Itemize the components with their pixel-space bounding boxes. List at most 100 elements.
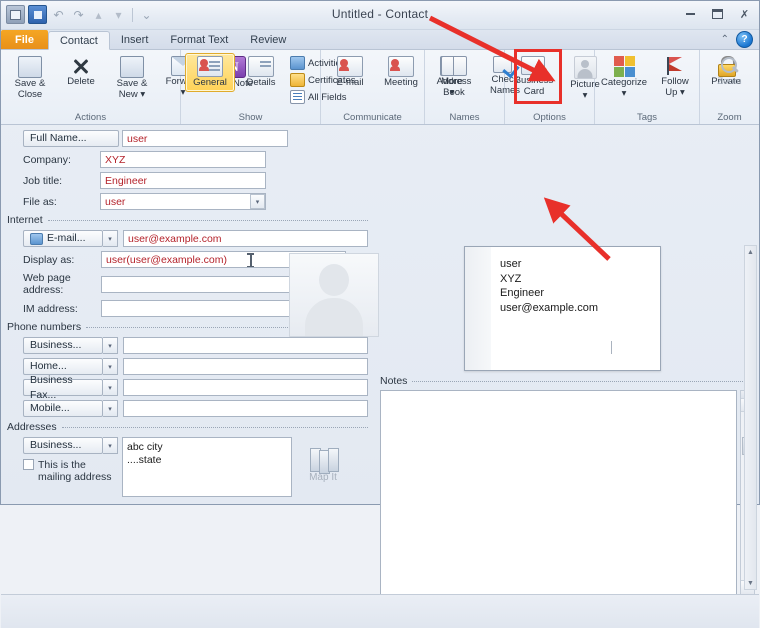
save-and-new-icon <box>120 56 144 78</box>
all-fields-icon <box>290 90 305 104</box>
job-title-label: Job title: <box>23 174 63 187</box>
business-card-line-4: user@example.com <box>500 301 598 314</box>
address-line-2: ....state <box>127 454 162 466</box>
phone-mobile-button[interactable]: Mobile... <box>23 400 103 417</box>
full-name-button[interactable]: Full Name... <box>23 130 119 147</box>
follow-up-button[interactable]: Follow Up ▾ <box>650 53 700 101</box>
email-input[interactable]: user@example.com <box>123 230 368 247</box>
phone-home-dropdown-icon[interactable]: ▾ <box>103 358 118 375</box>
zoom-button[interactable]: Zoom <box>705 53 755 91</box>
contact-form-pane: Full Name... user Company: XYZ Job title… <box>1 125 379 497</box>
help-icon[interactable]: ? <box>736 31 753 48</box>
phone-business-fax-button-cell: Business Fax... ▾ <box>23 374 119 401</box>
text-cursor-icon <box>247 253 254 267</box>
internet-section-label: Internet <box>7 214 43 226</box>
email-icon <box>337 56 363 77</box>
phone-business-button-cell: Business... ▾ <box>23 337 119 354</box>
phone-mobile-dropdown-icon[interactable]: ▾ <box>103 400 118 417</box>
phone-business-input[interactable] <box>123 337 368 354</box>
business-card-line-1: user <box>500 258 522 270</box>
follow-up-icon <box>664 56 686 76</box>
notes-section-header: Notes <box>380 375 753 387</box>
mailing-address-label: This is the mailing address <box>38 459 112 483</box>
phone-business-button[interactable]: Business... <box>23 337 103 354</box>
phone-mobile-input[interactable] <box>123 400 368 417</box>
form-scroll-up-icon[interactable]: ▲ <box>745 246 756 258</box>
map-it-icon <box>310 447 339 474</box>
photo-head-icon <box>319 264 349 296</box>
tab-format-text[interactable]: Format Text <box>159 30 239 49</box>
phone-business-dropdown-icon[interactable]: ▾ <box>103 337 118 354</box>
file-as-input[interactable]: user <box>100 193 266 210</box>
minimize-button[interactable] <box>680 6 701 22</box>
phone-business-fax-dropdown-icon[interactable]: ▾ <box>103 379 118 396</box>
ribbon-group-label-names: Names <box>449 112 480 123</box>
annotation-highlight-box <box>514 49 562 104</box>
file-as-label: File as: <box>23 195 57 208</box>
business-card-line-2: XYZ <box>500 272 522 285</box>
save-and-close-button[interactable]: Save & Close <box>5 53 55 103</box>
form-scroll-down-icon[interactable]: ▼ <box>745 577 756 589</box>
email-dropdown-icon[interactable]: ▾ <box>103 230 118 247</box>
job-title-input[interactable]: Engineer <box>100 172 266 189</box>
delete-icon <box>70 56 92 76</box>
categorize-icon <box>613 56 635 77</box>
collapse-ribbon-icon[interactable]: ⌃ <box>721 34 729 45</box>
phone-business-fax-button[interactable]: Business Fax... <box>23 374 103 401</box>
phone-business-fax-input[interactable] <box>123 379 368 396</box>
address-book-icon <box>441 56 467 76</box>
save-and-new-button[interactable]: Save & New ▾ <box>107 53 157 103</box>
tab-review[interactable]: Review <box>239 30 297 49</box>
business-card-caret <box>611 341 612 354</box>
ribbon-group-label-tags: Tags <box>636 112 658 123</box>
tab-insert[interactable]: Insert <box>110 30 160 49</box>
map-it-button[interactable]: Map It <box>292 437 354 493</box>
status-bar <box>1 594 759 628</box>
phone-mobile-button-cell: Mobile... ▾ <box>23 400 119 417</box>
title-bar: ↶ ↷ ▴ ▾ ⌄ Untitled - Contact ✗ <box>1 1 759 30</box>
general-button[interactable]: General <box>185 53 235 92</box>
company-input[interactable]: XYZ <box>100 151 266 168</box>
notes-label: Notes <box>380 375 408 387</box>
notes-textarea[interactable] <box>380 390 737 597</box>
certificates-icon <box>290 73 305 87</box>
business-card-lines: user XYZ Engineer user@example.com <box>500 257 598 315</box>
categorize-button[interactable]: Categorize ▾ <box>599 53 649 102</box>
meeting-button[interactable]: Meeting <box>376 53 426 92</box>
email-button-cell: E-mail... ▾ <box>23 230 119 247</box>
ribbon: Save & Close Delete Save & New ▾ Forward… <box>1 50 759 125</box>
email-button[interactable]: E-mail <box>325 53 375 92</box>
ribbon-group-names: Address Book Check Names Names <box>425 50 520 124</box>
form-scrollbar[interactable]: ▲ ▼ <box>744 245 757 590</box>
preview-pane: user XYZ Engineer user@example.com Notes… <box>376 125 759 628</box>
email-field-button[interactable]: E-mail... <box>23 230 103 247</box>
display-as-label: Display as: <box>23 253 75 266</box>
address-line-1: abc city <box>127 441 163 453</box>
ribbon-group-zoom: Zoom Zoom <box>700 50 759 124</box>
tab-file[interactable]: File <box>1 30 48 49</box>
address-type-dropdown-icon[interactable]: ▾ <box>103 437 118 454</box>
address-textarea[interactable]: abc city ....state <box>122 437 292 497</box>
photo-body-icon <box>305 298 363 336</box>
address-book-button[interactable]: Address Book <box>429 53 479 101</box>
contact-photo-placeholder[interactable] <box>289 253 379 337</box>
business-card-stripe <box>465 247 491 370</box>
delete-button[interactable]: Delete <box>56 53 106 91</box>
tab-contact[interactable]: Contact <box>47 31 110 50</box>
activities-icon <box>290 56 305 70</box>
ribbon-group-label-show: Show <box>238 112 263 123</box>
restore-button[interactable] <box>707 6 728 22</box>
full-name-input[interactable]: user <box>122 130 288 147</box>
internet-section-header: Internet <box>7 214 376 226</box>
im-address-label: IM address: <box>23 302 78 315</box>
file-as-dropdown-icon[interactable]: ▾ <box>250 194 265 209</box>
business-card-preview[interactable]: user XYZ Engineer user@example.com <box>464 246 661 371</box>
phone-home-input[interactable] <box>123 358 368 375</box>
ribbon-tab-strip: File Contact Insert Format Text Review ⌃… <box>1 30 759 50</box>
mailing-address-checkbox[interactable] <box>23 459 34 470</box>
close-button[interactable]: ✗ <box>734 6 755 22</box>
address-type-button[interactable]: Business... <box>23 437 103 454</box>
details-button[interactable]: Details <box>236 53 286 92</box>
addresses-section-rule <box>61 426 368 428</box>
ribbon-group-actions: Save & Close Delete Save & New ▾ Forward… <box>1 50 253 124</box>
